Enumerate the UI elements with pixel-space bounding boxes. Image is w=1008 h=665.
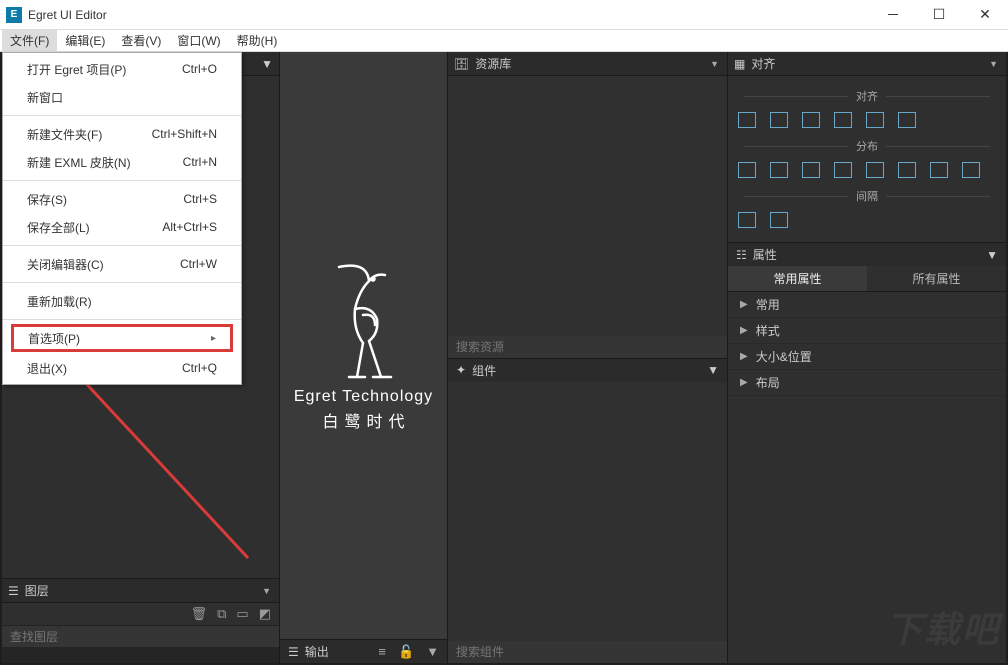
copy-icon[interactable]: ⧉ (217, 606, 226, 622)
accordion-common[interactable]: ▶常用 (728, 292, 1006, 318)
ungroup-icon[interactable]: ◩ (259, 606, 271, 622)
spacing-v-icon[interactable] (770, 212, 788, 228)
maximize-button[interactable]: ☐ (916, 0, 962, 29)
distribute-4-icon[interactable] (834, 162, 852, 178)
close-button[interactable]: ✕ (962, 0, 1008, 29)
menu-new-window[interactable]: 新窗口 (3, 83, 241, 111)
output-title: 输出 (305, 643, 329, 660)
properties-title: 属性 (753, 246, 777, 263)
menu-exit[interactable]: 退出(X)Ctrl+Q (3, 354, 241, 382)
align-body: 对齐 分布 间隔 (728, 76, 1006, 242)
align-title: 对齐 (751, 55, 775, 72)
app-icon: E (6, 7, 22, 23)
database-icon: 🗄 (454, 57, 469, 71)
window-title: Egret UI Editor (28, 8, 107, 22)
titlebar: E Egret UI Editor － ☐ ✕ (0, 0, 1008, 30)
layers-panel: ☰ 图层 ▼ 🗑 ⧉ ▭ ◩ (2, 578, 279, 663)
menu-file[interactable]: 文件(F) (2, 30, 57, 51)
menu-view[interactable]: 查看(V) (113, 30, 169, 51)
spacing-section: 间隔 (736, 188, 998, 204)
lock-icon[interactable]: 🔓 (398, 644, 414, 660)
resource-column: 🗄 资源库 ▼ ✦ 组件 ▼ (448, 52, 728, 663)
menu-reload[interactable]: 重新加载(R) (3, 287, 241, 315)
distribute-8-icon[interactable] (962, 162, 980, 178)
minimize-button[interactable]: － (870, 0, 916, 29)
menu-edit[interactable]: 编辑(E) (57, 30, 113, 51)
components-search-input[interactable] (456, 645, 719, 659)
distribute-5-icon[interactable] (866, 162, 884, 178)
properties-icon: ☷ (736, 248, 747, 262)
distribute-7-icon[interactable] (930, 162, 948, 178)
egret-bird-icon (319, 259, 409, 379)
right-column: ▦ 对齐 ▼ 对齐 分布 (728, 52, 1006, 663)
menu-save-all[interactable]: 保存全部(L)Alt+Ctrl+S (3, 213, 241, 241)
layers-icon: ☰ (8, 584, 19, 598)
logo-text-line2: 白鹭时代 (294, 408, 433, 432)
filter-icon[interactable]: ≡ (378, 644, 386, 660)
tab-common-properties[interactable]: 常用属性 (728, 266, 867, 292)
output-icon: ☰ (288, 645, 299, 659)
components-body (448, 382, 727, 642)
trash-icon[interactable]: 🗑 (191, 606, 208, 622)
align-bottom-icon[interactable] (898, 112, 916, 128)
menu-window[interactable]: 窗口(W) (169, 30, 228, 51)
distribute-1-icon[interactable] (738, 162, 756, 178)
tab-all-properties[interactable]: 所有属性 (867, 266, 1006, 292)
align-section: 对齐 (736, 88, 998, 104)
spacing-h-icon[interactable] (738, 212, 756, 228)
align-top-icon[interactable] (834, 112, 852, 128)
menu-help[interactable]: 帮助(H) (229, 30, 286, 51)
menu-open-project[interactable]: 打开 Egret 项目(P)Ctrl+O (3, 55, 241, 83)
menu-save[interactable]: 保存(S)Ctrl+S (3, 185, 241, 213)
chevron-down-icon[interactable]: ▼ (708, 59, 721, 69)
puzzle-icon: ✦ (456, 363, 466, 377)
center-column: Egret Technology 白鹭时代 ☰ 输出 ≡ 🔓 ▼ (280, 52, 448, 663)
accordion-style[interactable]: ▶样式 (728, 318, 1006, 344)
align-center-h-icon[interactable] (770, 112, 788, 128)
resource-title: 资源库 (475, 55, 511, 72)
distribute-2-icon[interactable] (770, 162, 788, 178)
submenu-arrow-icon: ▸ (211, 333, 216, 344)
distribute-section: 分布 (736, 138, 998, 154)
align-center-v-icon[interactable] (866, 112, 884, 128)
layers-search-input[interactable] (10, 630, 271, 644)
chevron-down-icon[interactable]: ▼ (987, 59, 1000, 69)
menu-close-editor[interactable]: 关闭编辑器(C)Ctrl+W (3, 250, 241, 278)
align-right-icon[interactable] (802, 112, 820, 128)
watermark: 下载吧 (886, 601, 1000, 653)
resource-body (448, 76, 727, 336)
properties-accordion: ▶常用 ▶样式 ▶大小&位置 ▶布局 (728, 292, 1006, 396)
output-panel-header: ☰ 输出 ≡ 🔓 ▼ (280, 639, 447, 663)
menu-preferences[interactable]: 首选项(P)▸ (11, 324, 233, 352)
group-icon[interactable]: ▭ (236, 606, 248, 622)
egret-logo: Egret Technology 白鹭时代 (294, 259, 433, 432)
chevron-down-icon[interactable]: ▼ (986, 248, 998, 262)
layers-title: 图层 (25, 582, 49, 599)
chevron-down-icon[interactable]: ▼ (260, 586, 273, 596)
chevron-down-icon[interactable]: ▼ (707, 363, 719, 377)
align-left-icon[interactable] (738, 112, 756, 128)
chevron-down-icon[interactable]: ▼ (426, 644, 439, 660)
file-menu-dropdown: 打开 Egret 项目(P)Ctrl+O 新窗口 新建文件夹(F)Ctrl+Sh… (2, 52, 242, 385)
resource-search-input[interactable] (456, 340, 719, 354)
align-panel-icon: ▦ (734, 57, 745, 71)
accordion-size-position[interactable]: ▶大小&位置 (728, 344, 1006, 370)
menu-new-exml-skin[interactable]: 新建 EXML 皮肤(N)Ctrl+N (3, 148, 241, 176)
menu-new-folder[interactable]: 新建文件夹(F)Ctrl+Shift+N (3, 120, 241, 148)
logo-text-line1: Egret Technology (294, 388, 433, 406)
distribute-6-icon[interactable] (898, 162, 916, 178)
chevron-down-icon[interactable]: ▼ (261, 57, 273, 71)
canvas-area: Egret Technology 白鹭时代 (280, 52, 447, 639)
components-title: 组件 (472, 362, 496, 379)
distribute-3-icon[interactable] (802, 162, 820, 178)
accordion-layout[interactable]: ▶布局 (728, 370, 1006, 396)
menubar: 文件(F) 编辑(E) 查看(V) 窗口(W) 帮助(H) (0, 30, 1008, 52)
